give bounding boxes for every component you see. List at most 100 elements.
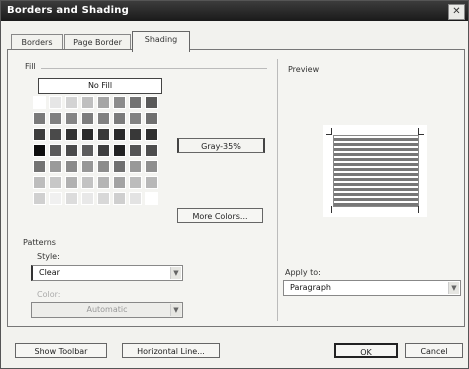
fill-group-divider (41, 68, 267, 69)
title-bar: Borders and Shading ✕ (1, 1, 468, 21)
chevron-down-icon[interactable]: ▼ (170, 304, 181, 316)
color-swatch[interactable] (81, 176, 94, 189)
borders-shading-dialog: Borders and Shading ✕ Borders Page Borde… (0, 0, 469, 369)
color-swatch[interactable] (129, 192, 142, 205)
preview-stripe (334, 163, 418, 166)
color-swatch[interactable] (97, 96, 110, 109)
selected-color-label: Gray-35% (177, 138, 265, 153)
color-swatch[interactable] (65, 176, 78, 189)
color-swatch[interactable] (65, 128, 78, 141)
color-swatch[interactable] (49, 96, 62, 109)
preview-stripe (334, 138, 418, 141)
color-swatch[interactable] (113, 144, 126, 157)
color-swatch[interactable] (129, 160, 142, 173)
apply-to-select[interactable]: Paragraph ▼ (283, 280, 461, 296)
color-swatch[interactable] (49, 144, 62, 157)
color-swatch[interactable] (97, 144, 110, 157)
show-toolbar-button[interactable]: Show Toolbar (15, 343, 107, 358)
preview-stripe (334, 168, 418, 171)
color-swatch[interactable] (113, 128, 126, 141)
color-swatch[interactable] (97, 176, 110, 189)
color-swatch[interactable] (97, 192, 110, 205)
color-swatch[interactable] (145, 128, 158, 141)
color-swatch[interactable] (49, 128, 62, 141)
color-swatch[interactable] (113, 192, 126, 205)
color-swatch[interactable] (97, 128, 110, 141)
color-swatch[interactable] (113, 96, 126, 109)
style-label: Style: (37, 252, 60, 261)
color-swatch[interactable] (33, 176, 46, 189)
shading-preview (333, 135, 419, 207)
apply-to-value: Paragraph (290, 283, 331, 292)
color-swatch[interactable] (145, 112, 158, 125)
color-swatch[interactable] (129, 144, 142, 157)
more-colors-button[interactable]: More Colors... (177, 208, 263, 223)
color-swatch[interactable] (49, 176, 62, 189)
color-swatch[interactable] (113, 176, 126, 189)
preview-stripe (334, 143, 418, 146)
color-swatch[interactable] (129, 176, 142, 189)
chevron-down-icon[interactable]: ▼ (448, 282, 459, 294)
preview-label: Preview (288, 65, 320, 74)
color-value: Automatic (86, 305, 128, 314)
color-swatch[interactable] (81, 160, 94, 173)
preview-stripe (334, 148, 418, 151)
color-swatch[interactable] (81, 128, 94, 141)
color-swatch[interactable] (81, 96, 94, 109)
dialog-title: Borders and Shading (7, 5, 129, 16)
color-swatch[interactable] (145, 160, 158, 173)
preview-stripe (334, 188, 418, 191)
color-swatch[interactable] (49, 192, 62, 205)
color-swatch[interactable] (97, 112, 110, 125)
color-swatch[interactable] (113, 112, 126, 125)
preview-stripe (334, 153, 418, 156)
color-swatch[interactable] (65, 96, 78, 109)
style-select[interactable]: Clear ▼ (31, 265, 183, 281)
color-swatch[interactable] (81, 192, 94, 205)
color-swatch[interactable] (65, 112, 78, 125)
panel-divider (277, 59, 278, 321)
style-value: Clear (39, 268, 60, 277)
tab-shading[interactable]: Shading (132, 31, 190, 52)
color-swatch[interactable] (145, 176, 158, 189)
color-swatch[interactable] (145, 96, 158, 109)
fill-group-label: Fill (25, 62, 36, 71)
horizontal-line-button[interactable]: Horizontal Line... (122, 343, 220, 358)
preview-stripe (334, 178, 418, 181)
color-swatch[interactable] (33, 160, 46, 173)
color-swatch[interactable] (49, 112, 62, 125)
color-swatch[interactable] (65, 144, 78, 157)
color-swatch[interactable] (65, 192, 78, 205)
preview-stripe (334, 158, 418, 161)
color-swatch[interactable] (33, 192, 46, 205)
color-swatch[interactable] (81, 144, 94, 157)
corner-mark (326, 134, 332, 135)
color-label: Color: (37, 290, 61, 299)
color-swatch[interactable] (129, 112, 142, 125)
corner-mark (331, 206, 332, 213)
color-swatch[interactable] (33, 96, 46, 109)
cancel-button[interactable]: Cancel (405, 343, 463, 358)
color-swatch[interactable] (65, 160, 78, 173)
color-swatch[interactable] (97, 160, 110, 173)
color-swatch[interactable] (129, 128, 142, 141)
corner-mark (418, 206, 419, 213)
no-fill-button[interactable]: No Fill (38, 78, 162, 94)
color-select[interactable]: Automatic ▼ (31, 302, 183, 318)
corner-mark (418, 134, 424, 135)
color-swatch[interactable] (33, 144, 46, 157)
color-swatch[interactable] (33, 128, 46, 141)
patterns-group-label: Patterns (23, 238, 56, 247)
color-swatch[interactable] (145, 144, 158, 157)
color-swatch[interactable] (81, 112, 94, 125)
color-swatch[interactable] (145, 192, 158, 205)
color-swatch[interactable] (33, 112, 46, 125)
color-swatch[interactable] (113, 160, 126, 173)
preview-area (323, 125, 427, 217)
ok-button[interactable]: OK (334, 343, 398, 358)
chevron-down-icon[interactable]: ▼ (170, 267, 181, 279)
color-swatch[interactable] (129, 96, 142, 109)
preview-stripe (334, 173, 418, 176)
color-swatch[interactable] (49, 160, 62, 173)
close-icon[interactable]: ✕ (448, 4, 465, 20)
